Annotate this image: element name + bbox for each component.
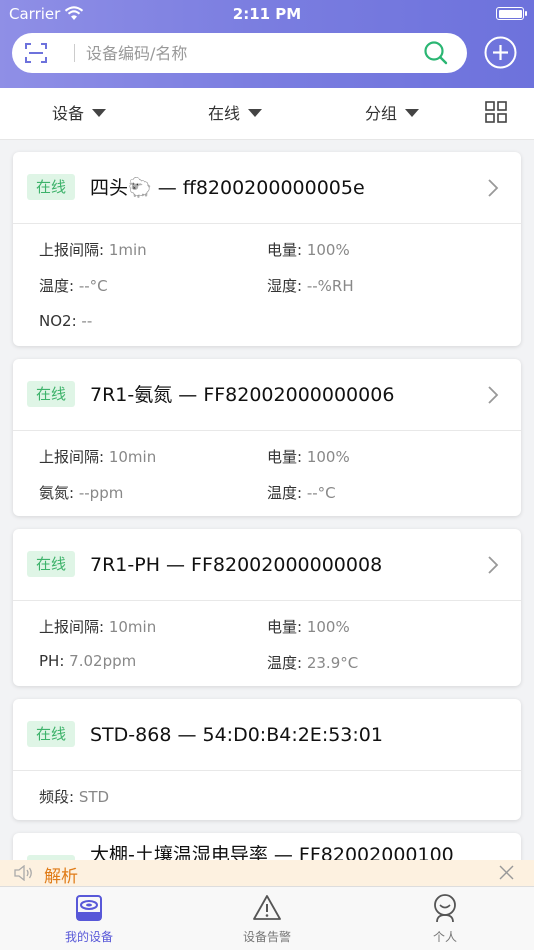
warning-icon bbox=[253, 895, 281, 920]
device-card[interactable]: 在线 四头🐑 — ff8200200000005e 上报间隔: 1min 电量:… bbox=[13, 152, 521, 346]
device-card[interactable]: 在线 STD-868 — 54:D0:B4:2E:53:01 频段: STD bbox=[13, 699, 521, 820]
device-field: 湿度: --%RH bbox=[267, 275, 354, 296]
notice-text[interactable]: 解析 bbox=[44, 862, 78, 887]
header: Carrier 2:11 PM bbox=[0, 0, 534, 88]
field-value: 1min bbox=[108, 241, 147, 259]
field-value: -- bbox=[81, 312, 93, 330]
field-label: 电量: bbox=[267, 618, 303, 636]
device-title: 7R1-PH — FF82002000000008 bbox=[90, 554, 383, 576]
search-bar bbox=[12, 33, 467, 73]
field-value: --ppm bbox=[78, 484, 124, 502]
device-icon bbox=[76, 895, 102, 921]
device-field: NO2: -- bbox=[39, 312, 92, 330]
field-label: 上报间隔: bbox=[39, 241, 105, 259]
dropdown-arrow-icon bbox=[405, 108, 420, 117]
filter-group-dropdown[interactable]: 分组 bbox=[365, 88, 420, 140]
field-label: 上报间隔: bbox=[39, 448, 105, 466]
field-value: 100% bbox=[306, 241, 350, 259]
tab-label: 个人 bbox=[432, 930, 457, 944]
device-title: 7R1-氨氮 — FF82002000000006 bbox=[90, 384, 395, 406]
field-label: 温度: bbox=[39, 277, 75, 295]
battery-icon bbox=[496, 7, 527, 20]
field-value: 7.02ppm bbox=[69, 652, 137, 670]
field-label: 电量: bbox=[267, 241, 303, 259]
field-value: 100% bbox=[306, 448, 350, 466]
device-field: 氨氮: --ppm bbox=[39, 482, 123, 503]
field-value: --°C bbox=[78, 277, 108, 295]
field-label: 温度: bbox=[267, 654, 303, 672]
status-bar: Carrier 2:11 PM bbox=[0, 0, 534, 28]
scan-icon[interactable] bbox=[25, 42, 47, 64]
filter-status-dropdown[interactable]: 在线 bbox=[208, 88, 263, 140]
device-field: 上报间隔: 1min bbox=[39, 239, 147, 260]
tab-label: 设备告警 bbox=[242, 930, 291, 944]
search-icon[interactable] bbox=[423, 40, 449, 66]
search-input[interactable] bbox=[86, 33, 416, 73]
status-badge: 在线 bbox=[27, 551, 76, 577]
field-value: --%RH bbox=[306, 277, 354, 295]
device-title: STD-868 — 54:D0:B4:2E:53:01 bbox=[90, 724, 383, 746]
field-label: 上报间隔: bbox=[39, 618, 105, 636]
field-label: 温度: bbox=[267, 484, 303, 502]
tab-profile[interactable]: 个人 bbox=[356, 887, 534, 950]
tab-bar: 我的设备 设备告警 个人 bbox=[0, 886, 534, 950]
tab-my-devices[interactable]: 我的设备 bbox=[0, 887, 178, 950]
device-field: 电量: 100% bbox=[267, 616, 350, 637]
field-label: 湿度: bbox=[267, 277, 303, 295]
dropdown-arrow-icon bbox=[92, 108, 107, 117]
person-icon bbox=[434, 894, 456, 923]
search-divider bbox=[74, 44, 75, 62]
field-value: STD bbox=[78, 788, 110, 806]
close-icon[interactable] bbox=[499, 865, 514, 880]
device-field: 频段: STD bbox=[39, 786, 109, 807]
field-value: 10min bbox=[108, 448, 157, 466]
speaker-icon bbox=[14, 865, 32, 881]
filter-device-dropdown[interactable]: 设备 bbox=[52, 88, 107, 140]
chevron-right-icon[interactable] bbox=[487, 555, 499, 575]
field-label: PH: bbox=[39, 652, 65, 670]
clock: 2:11 PM bbox=[232, 5, 302, 23]
field-label: 氨氮: bbox=[39, 484, 75, 502]
device-card[interactable]: 在线 7R1-氨氮 — FF82002000000006 上报间隔: 10min… bbox=[13, 359, 521, 516]
dropdown-arrow-icon bbox=[248, 108, 263, 117]
device-field: 电量: 100% bbox=[267, 446, 350, 467]
add-device-button[interactable] bbox=[484, 36, 517, 69]
field-label: 电量: bbox=[267, 448, 303, 466]
field-value: --°C bbox=[306, 484, 336, 502]
device-field: 温度: --°C bbox=[39, 275, 108, 296]
status-badge: 在线 bbox=[27, 721, 76, 747]
device-title: 四头🐑 — ff8200200000005e bbox=[90, 177, 365, 199]
filter-bar: 设备 在线 分组 bbox=[0, 88, 534, 140]
device-field: 温度: 23.9°C bbox=[267, 652, 358, 673]
field-label: 频段: bbox=[39, 788, 75, 806]
field-value: 10min bbox=[108, 618, 157, 636]
device-card[interactable]: 在线 7R1-PH — FF82002000000008 上报间隔: 10min… bbox=[13, 529, 521, 686]
filter-device-label: 设备 bbox=[52, 104, 85, 123]
grid-view-icon[interactable] bbox=[485, 101, 507, 123]
chevron-right-icon[interactable] bbox=[487, 178, 499, 198]
status-badge: 在线 bbox=[27, 174, 76, 200]
chevron-right-icon[interactable] bbox=[487, 385, 499, 405]
device-field: PH: 7.02ppm bbox=[39, 652, 136, 670]
filter-group-label: 分组 bbox=[365, 104, 398, 123]
field-label: NO2: bbox=[39, 312, 77, 330]
device-field: 温度: --°C bbox=[267, 482, 336, 503]
field-value: 100% bbox=[306, 618, 350, 636]
filter-status-label: 在线 bbox=[208, 104, 241, 123]
device-field: 上报间隔: 10min bbox=[39, 616, 156, 637]
field-value: 23.9°C bbox=[306, 654, 359, 672]
tab-label: 我的设备 bbox=[64, 930, 113, 944]
notice-bar: 解析 bbox=[0, 860, 534, 887]
tab-device-alarms[interactable]: 设备告警 bbox=[178, 887, 356, 950]
device-field: 上报间隔: 10min bbox=[39, 446, 156, 467]
device-field: 电量: 100% bbox=[267, 239, 350, 260]
status-badge: 在线 bbox=[27, 381, 76, 407]
